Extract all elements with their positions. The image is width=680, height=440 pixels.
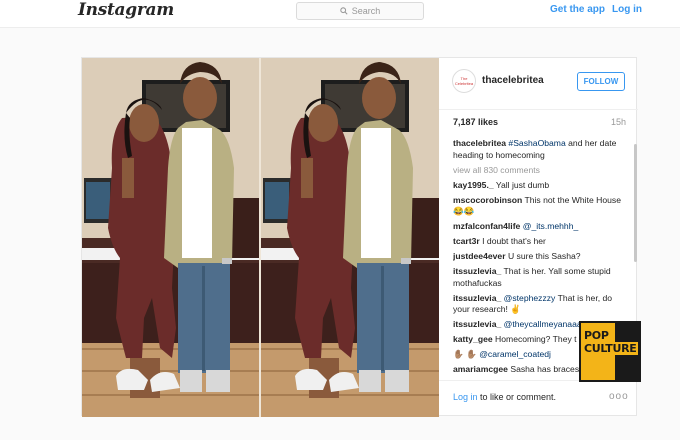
top-navigation-bar: Instagram Search Get the app Log in [0,0,680,28]
follow-button[interactable]: FOLLOW [577,72,625,91]
caption-username[interactable]: thacelebritea [453,138,506,148]
comment-row: mzfalconfan4life @_its.mehhh_ [453,221,625,233]
comment-username[interactable]: tcart3r [453,236,480,246]
log-in-link[interactable]: Log in [612,4,642,15]
more-options-icon[interactable]: ooo [609,391,629,402]
pop-culture-logo-text: POP CULTURE [583,329,638,355]
post-footer: Log in to like or comment. ooo [439,380,638,417]
login-to-like-link[interactable]: Log in [453,392,478,402]
post-timestamp[interactable]: 15h [611,117,626,127]
search-placeholder: Search [351,6,381,16]
login-to-like-text: Log in to like or comment. [453,392,556,402]
comment-text: Homecoming? They t [495,334,577,344]
instagram-logo[interactable]: Instagram [78,0,174,20]
pop-culture-line2: CULTURE [583,342,638,355]
search-input[interactable]: Search [296,2,424,20]
comment-mention[interactable]: @theycallmeyanaaaa [504,319,587,329]
comment-username[interactable]: amariamcgee [453,364,508,374]
comment-row: tcart3r I doubt that's her [453,236,625,248]
post-username[interactable]: thacelebritea [482,75,544,86]
post-header: The Celebritea thacelebritea FOLLOW [439,58,638,110]
post-photo[interactable] [82,58,439,417]
comment-mention[interactable]: @caramel_coatedj [479,349,551,359]
comment-username[interactable]: kay1995._ [453,180,494,190]
post-photo-image [82,58,439,417]
post-card: The Celebritea thacelebritea FOLLOW 7,18… [81,57,638,417]
view-all-comments-link[interactable]: view all 830 comments [453,165,625,177]
comment-username[interactable]: ✋🏽 ✋🏽 [453,349,477,359]
caption: thacelebritea #SashaObama and her date h… [453,138,625,161]
comment-text: U sure this Sasha? [507,251,581,261]
comment-username[interactable]: itssuzlevia_ [453,293,501,303]
comment-row: itssuzlevia_ That is her. Yall some stup… [453,266,625,289]
pop-culture-logo: POP CULTURE [579,321,641,382]
comment-row: justdee4ever U sure this Sasha? [453,251,625,263]
comment-username[interactable]: mzfalconfan4life [453,221,520,231]
comment-username[interactable]: mscocorobinson [453,195,522,205]
comment-mention[interactable]: @stephezzzy [504,293,556,303]
comment-text: I doubt that's her [482,236,546,246]
comment-username[interactable]: itssuzlevia_ [453,266,501,276]
comment-username[interactable]: justdee4ever [453,251,506,261]
search-icon [340,7,348,15]
pop-culture-line1: POP [583,329,610,342]
login-to-like-rest: to like or comment. [477,392,557,402]
likes-count[interactable]: 7,187 likes [453,117,498,127]
caption-hashtag[interactable]: #SashaObama [508,138,565,148]
comment-row: mscocorobinson This not the White House … [453,195,625,218]
comment-text: Sasha has braces [510,364,580,374]
comment-row: kay1995._ Yall just dumb [453,180,625,192]
comment-mention[interactable]: @_its.mehhh_ [523,221,579,231]
comment-username[interactable]: katty_gee [453,334,493,344]
avatar[interactable]: The Celebritea [452,69,476,93]
comment-text: Yall just dumb [495,179,550,190]
comment-username[interactable]: itssuzlevia_ [453,319,501,329]
comment-row: itssuzlevia_ @stephezzzy That is her, do… [453,293,625,316]
comments-scrollbar[interactable] [634,144,637,262]
get-the-app-link[interactable]: Get the app [550,4,605,15]
